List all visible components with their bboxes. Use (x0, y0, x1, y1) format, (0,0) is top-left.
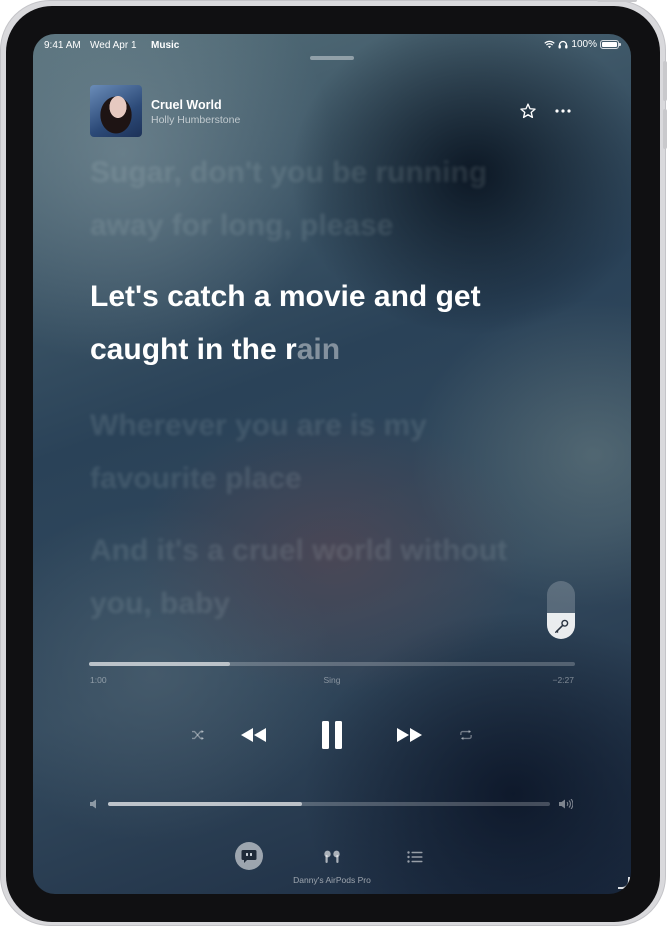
list-icon (407, 851, 423, 863)
status-date: Wed Apr 1 (90, 40, 137, 51)
star-icon (520, 103, 536, 119)
lyric-pending-part: ain (296, 333, 341, 366)
favorite-button[interactable] (517, 100, 539, 122)
airplay-button[interactable] (320, 846, 344, 868)
sing-mode-label: Sing (323, 675, 341, 685)
album-artwork[interactable] (90, 85, 142, 137)
volume-slider-fill (108, 802, 303, 806)
headphones-icon (558, 40, 568, 49)
lyric-line-upcoming[interactable]: And it's a cruel world without you, baby (90, 524, 590, 630)
repeat-button[interactable] (455, 724, 477, 746)
forward-icon (397, 728, 422, 742)
top-button (597, 0, 637, 2)
playback-scrubber[interactable] (89, 662, 575, 666)
previous-button[interactable] (236, 720, 270, 750)
now-playing-screen: 9:41 AM Wed Apr 1 Music 100% Cruel World… (33, 34, 631, 894)
backward-icon (241, 728, 266, 742)
airpods-icon (324, 850, 340, 863)
sheet-grabber[interactable] (310, 56, 354, 60)
elapsed-time: 1:00 (90, 675, 107, 685)
pause-icon (322, 721, 342, 749)
song-title: Cruel World (151, 98, 222, 112)
status-indicators: 100% (544, 39, 621, 50)
song-artist[interactable]: Holly Humberstone (151, 114, 240, 126)
volume-slider[interactable] (108, 802, 550, 806)
sing-slider-knob[interactable] (547, 613, 575, 639)
shuffle-button[interactable] (187, 724, 209, 746)
pause-button[interactable] (315, 715, 349, 755)
lyric-text-line2: caught in the rain (90, 323, 590, 376)
lyric-text: Wherever you are is my (90, 409, 427, 442)
status-bar: 9:41 AM Wed Apr 1 Music 100% (33, 34, 631, 56)
lyric-text: favourite place (90, 462, 302, 495)
lyric-text: you, baby (90, 587, 231, 620)
lyric-line-past[interactable]: Sugar, don't you be running away for lon… (90, 146, 590, 252)
status-app-name: Music (151, 40, 180, 51)
speaker-low-icon (90, 799, 96, 809)
speaker-high-icon (559, 799, 573, 809)
battery-icon (600, 40, 621, 49)
next-button[interactable] (393, 720, 427, 750)
volume-min-button[interactable] (87, 797, 101, 811)
lyric-text: Let's catch a movie and get (90, 280, 481, 313)
lyrics-button[interactable] (235, 842, 263, 870)
battery-percent: 100% (571, 39, 597, 50)
microphone-icon (554, 619, 568, 633)
more-button[interactable] (551, 100, 575, 122)
lyrics-quote-icon (241, 849, 257, 863)
output-device-label[interactable]: Danny's AirPods Pro (232, 875, 432, 885)
lyric-text: Sugar, don't you be running (90, 156, 488, 189)
wifi-icon (544, 40, 556, 49)
volume-up-button (663, 61, 667, 101)
lyric-text: away for long, please (90, 209, 394, 242)
lyric-line-current[interactable]: Let's catch a movie and get caught in th… (90, 270, 590, 376)
remaining-time: −2:27 (552, 675, 574, 685)
lyric-text: And it's a cruel world without (90, 534, 508, 567)
lyric-line-upcoming[interactable]: Wherever you are is my favourite place (90, 399, 590, 505)
playback-progress-fill (89, 662, 230, 666)
shuffle-icon (192, 729, 204, 741)
sing-vocal-slider[interactable] (547, 581, 575, 639)
repeat-icon (460, 729, 472, 741)
volume-max-button[interactable] (557, 796, 575, 812)
status-time: 9:41 AM (44, 40, 81, 51)
volume-down-button (663, 109, 667, 149)
ellipsis-icon (555, 109, 571, 113)
lyric-sung-part: caught in the r (90, 333, 297, 366)
queue-button[interactable] (403, 846, 427, 868)
